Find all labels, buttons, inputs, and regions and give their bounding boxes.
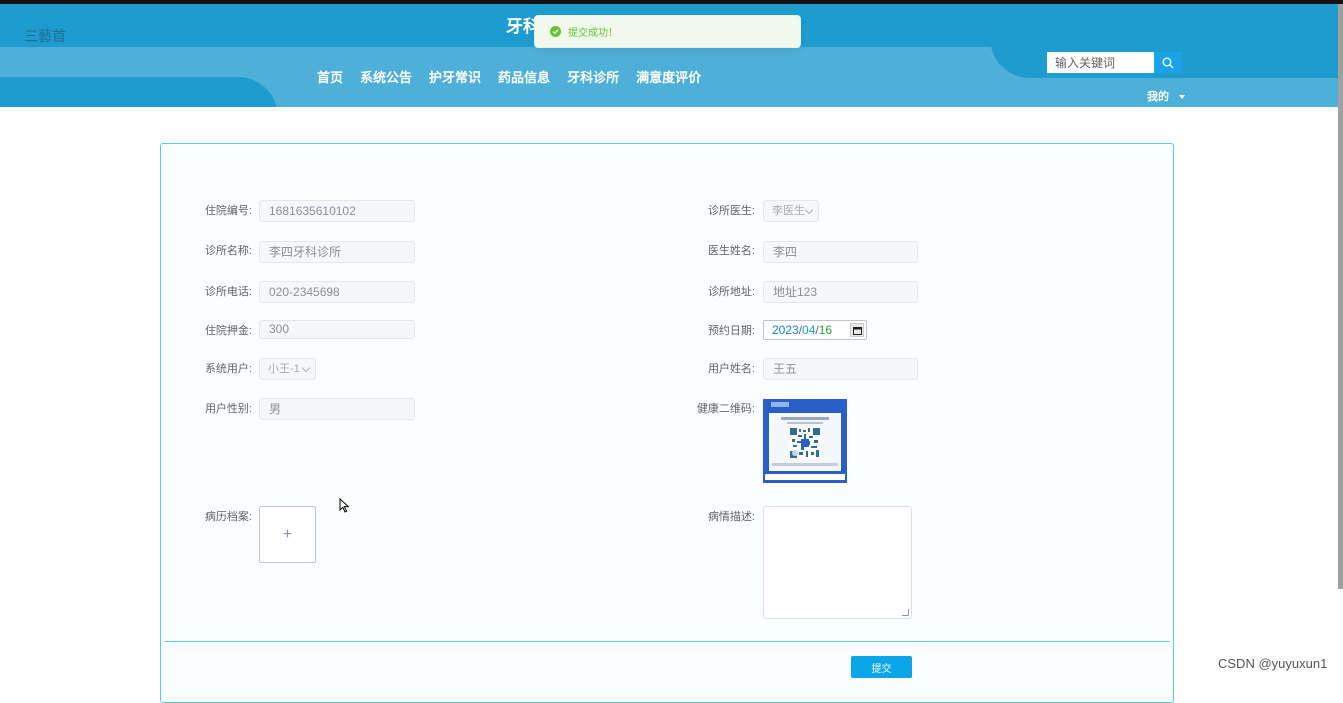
success-toast: 提交成功！ bbox=[534, 15, 801, 48]
label-medical-records: 病历档案: bbox=[204, 511, 252, 523]
appointment-date-input[interactable]: 2023/04/16 bbox=[763, 320, 867, 340]
clinic-address-field[interactable]: 地址123 bbox=[763, 281, 918, 303]
label-appointment-date: 预约日期: bbox=[707, 325, 755, 337]
search-icon bbox=[1162, 57, 1174, 68]
nav-item-medicine[interactable]: 药品信息 bbox=[498, 67, 550, 86]
label-doctor-name: 医生姓名: bbox=[707, 245, 755, 257]
date-month: 04 bbox=[802, 323, 816, 337]
toast-message: 提交成功！ bbox=[568, 28, 618, 39]
resize-grip-icon[interactable] bbox=[902, 609, 909, 616]
search-input[interactable] bbox=[1047, 52, 1154, 73]
date-day: 16 bbox=[818, 323, 833, 337]
nav-item-satisfaction[interactable]: 满意度评价 bbox=[636, 67, 701, 86]
chevron-down-icon bbox=[804, 205, 814, 215]
nav-item-dental-tips[interactable]: 护牙常识 bbox=[429, 67, 481, 86]
label-clinic-phone: 诊所电话: bbox=[204, 286, 252, 298]
label-deposit: 住院押金: bbox=[204, 325, 252, 337]
clinic-doctor-select[interactable]: 李医生 bbox=[763, 200, 819, 222]
check-circle-icon bbox=[550, 26, 561, 37]
medical-records-upload[interactable]: + bbox=[259, 506, 316, 563]
system-user-select[interactable]: 小王-1 bbox=[259, 358, 316, 380]
label-clinic-address: 诊所地址: bbox=[707, 286, 755, 298]
clinic-name-field[interactable]: 李四牙科诊所 bbox=[259, 241, 415, 263]
nav-item-announcements[interactable]: 系统公告 bbox=[360, 67, 412, 86]
mouse-cursor-icon bbox=[339, 498, 350, 513]
nav-item-clinics[interactable]: 牙科诊所 bbox=[567, 67, 619, 86]
label-user-gender: 用户性别: bbox=[204, 403, 252, 415]
top-left-link[interactable]: 三藝首 bbox=[24, 26, 66, 46]
deposit-field[interactable]: 300 bbox=[259, 320, 415, 339]
label-system-user: 系统用户: bbox=[204, 363, 252, 375]
label-user-name: 用户姓名: bbox=[707, 363, 755, 375]
watermark: CSDN @yuyuxun1 bbox=[1218, 656, 1328, 671]
header-curve-left bbox=[0, 77, 278, 107]
label-admission-no: 住院编号: bbox=[204, 205, 252, 217]
system-user-value: 小王-1 bbox=[268, 363, 300, 375]
form-divider bbox=[164, 641, 1170, 642]
plus-icon: + bbox=[282, 525, 293, 543]
label-clinic-name: 诊所名称: bbox=[204, 245, 252, 257]
label-clinic-doctor: 诊所医生: bbox=[707, 205, 755, 217]
caret-down-icon bbox=[1179, 95, 1185, 100]
label-health-qr: 健康二维码: bbox=[696, 403, 755, 415]
clinic-phone-field[interactable]: 020-2345698 bbox=[259, 281, 415, 303]
main-nav: 首页 系统公告 护牙常识 药品信息 牙科诊所 满意度评价 bbox=[317, 67, 701, 86]
health-qr-image bbox=[763, 399, 847, 483]
chevron-down-icon bbox=[301, 363, 311, 373]
clinic-doctor-value: 李医生 bbox=[772, 205, 805, 217]
submit-button[interactable]: 提交 bbox=[851, 656, 912, 678]
user-name-field[interactable]: 王五 bbox=[763, 358, 918, 380]
admission-no-field[interactable]: 1681635610102 bbox=[259, 200, 415, 222]
nav-item-home[interactable]: 首页 bbox=[317, 67, 343, 86]
scrollbar[interactable] bbox=[1338, 4, 1343, 589]
date-year: 2023 bbox=[772, 323, 799, 337]
search-button[interactable] bbox=[1154, 52, 1182, 73]
calendar-icon[interactable] bbox=[850, 323, 864, 337]
user-gender-field[interactable]: 男 bbox=[259, 398, 415, 420]
user-menu-label: 我的 bbox=[1147, 91, 1169, 103]
form-card bbox=[160, 143, 1174, 703]
label-condition-desc: 病情描述: bbox=[707, 511, 755, 523]
condition-desc-textarea[interactable] bbox=[763, 506, 912, 619]
doctor-name-field[interactable]: 李四 bbox=[763, 241, 918, 263]
user-menu[interactable]: 我的 bbox=[1147, 88, 1185, 104]
